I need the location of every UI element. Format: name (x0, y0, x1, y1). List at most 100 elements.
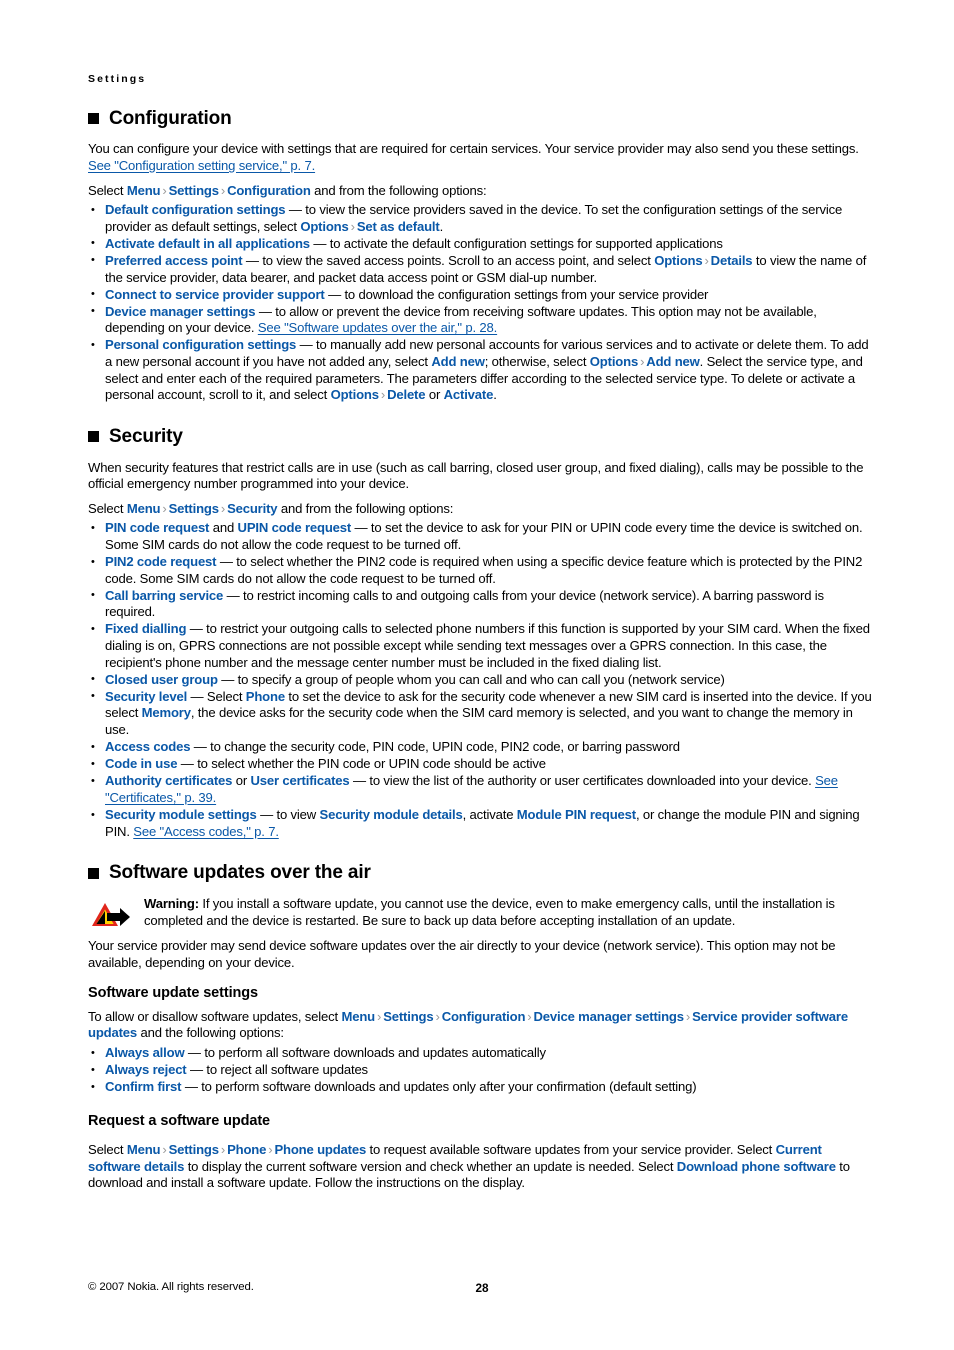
option-term[interactable]: Always allow (105, 1045, 185, 1060)
list-item: Code in use — to select whether the PIN … (88, 756, 874, 773)
option-desc: — to view (256, 807, 320, 823)
list-item: Fixed dialling — to restrict your outgoi… (88, 621, 874, 671)
ui-path-settings[interactable]: Settings (169, 1142, 219, 1157)
option-desc: — Select (187, 688, 246, 704)
ui-download-phone-software[interactable]: Download phone software (677, 1159, 836, 1174)
ui-options[interactable]: Options (590, 354, 638, 369)
list-item: Connect to service provider support — to… (88, 286, 874, 303)
option-desc-end: . (439, 218, 444, 234)
request-mid-1: to request available software updates fr… (366, 1142, 776, 1158)
chevron-right-icon: › (220, 182, 226, 198)
xref-configuration-setting-service[interactable]: See "Configuration setting service," p. … (88, 158, 315, 173)
ui-path-phone-updates[interactable]: Phone updates (274, 1142, 366, 1157)
ui-activate[interactable]: Activate (444, 387, 494, 402)
ui-add-new[interactable]: Add new (431, 354, 485, 369)
xref-software-updates-over-the-air[interactable]: See "Software updates over the air," p. … (258, 320, 497, 335)
black-square-icon (88, 867, 99, 879)
option-desc-d: or (425, 387, 444, 403)
option-term[interactable]: PIN2 code request (105, 554, 217, 569)
subheading-request-a-software-update: Request a software update (88, 1112, 271, 1129)
option-desc: — to view the saved access points. Scrol… (242, 252, 655, 268)
ui-options-2[interactable]: Options (331, 387, 379, 402)
ui-module-pin-request[interactable]: Module PIN request (517, 807, 636, 822)
ui-path-menu[interactable]: Menu (127, 1142, 161, 1157)
ui-path-settings[interactable]: Settings (169, 501, 219, 516)
ui-path-settings[interactable]: Settings (383, 1009, 433, 1024)
page-number: 28 (475, 1281, 489, 1295)
option-desc-e: . (493, 387, 497, 403)
option-term-2[interactable]: User certificates (250, 773, 349, 788)
section-heading-software-updates: Software updates over the air (88, 862, 874, 884)
security-select-path: Select Menu › Settings › Security and from t… (88, 501, 874, 518)
intro-suffix: and the following options: (137, 1025, 284, 1041)
ui-path-configuration[interactable]: Configuration (227, 183, 311, 198)
request-software-update-paragraph: Select Menu › Settings › Phone › Phone updates… (88, 1142, 874, 1192)
option-term[interactable]: Code in use (105, 756, 178, 771)
ui-path-phone[interactable]: Phone (227, 1142, 266, 1157)
ui-path-menu[interactable]: Menu (341, 1009, 375, 1024)
ui-path-configuration[interactable]: Configuration (442, 1009, 526, 1024)
select-prefix: Select (88, 500, 127, 516)
ui-details[interactable]: Details (711, 253, 753, 268)
black-square-icon (88, 431, 99, 443)
list-item: Activate default in all applications — t… (88, 235, 874, 252)
ui-memory[interactable]: Memory (142, 705, 191, 720)
ui-path-device-manager-settings[interactable]: Device manager settings (534, 1009, 685, 1024)
security-intro-paragraph: When security features that restrict cal… (88, 459, 864, 492)
chevron-right-icon: › (435, 1008, 440, 1024)
ui-path-menu[interactable]: Menu (127, 183, 161, 198)
warning-body: If you install a software update, you ca… (144, 896, 835, 928)
list-item: Preferred access point — to view the sav… (88, 252, 874, 286)
ui-path-settings[interactable]: Settings (169, 183, 219, 198)
list-item: Call barring service — to restrict incom… (88, 587, 874, 621)
chevron-right-icon: › (220, 500, 226, 516)
software-updates-body: Your service provider may send device so… (88, 938, 836, 970)
ui-add-new-2[interactable]: Add new (646, 354, 700, 369)
chevron-right-icon: › (704, 252, 709, 268)
option-term[interactable]: Device manager settings (105, 304, 256, 319)
option-term[interactable]: Security level (105, 689, 187, 704)
software-update-settings-path: To allow or disallow software updates, s… (88, 1009, 874, 1042)
ui-phone[interactable]: Phone (246, 689, 285, 704)
option-desc: — to change the security code, PIN code,… (190, 739, 680, 755)
list-item: Closed user group — to specify a group o… (88, 671, 874, 688)
option-term-2[interactable]: UPIN code request (238, 520, 352, 535)
option-term[interactable]: Security module settings (105, 807, 257, 822)
chevron-right-icon: › (162, 182, 167, 198)
option-term[interactable]: Closed user group (105, 672, 218, 687)
option-term[interactable]: Preferred access point (105, 253, 243, 268)
option-term[interactable]: Activate default in all applications (105, 236, 310, 251)
option-term[interactable]: Always reject (105, 1062, 187, 1077)
ui-delete[interactable]: Delete (387, 387, 425, 402)
ui-path-security[interactable]: Security (227, 501, 277, 516)
ui-path-menu[interactable]: Menu (127, 501, 161, 516)
subheading-software-update-settings: Software update settings (88, 985, 259, 1002)
option-term[interactable]: PIN code request (105, 520, 209, 535)
software-update-settings-list: Always allow — to perform all software d… (88, 1045, 874, 1096)
list-item: Security module settings — to view Secur… (88, 807, 874, 840)
configuration-intro-text: You can configure your device with setti… (88, 141, 859, 157)
option-desc: — to reject all software updates (186, 1062, 368, 1078)
option-term[interactable]: Authority certificates (105, 773, 232, 788)
chevron-right-icon: › (685, 1008, 691, 1024)
option-term[interactable]: Confirm first (105, 1079, 182, 1094)
security-option-list: PIN code request and UPIN code request —… (88, 520, 874, 840)
option-term[interactable]: Default configuration settings (105, 202, 286, 217)
chevron-right-icon: › (380, 387, 386, 403)
list-item: PIN code request and UPIN code request —… (88, 520, 874, 553)
option-desc-c: , the device asks for the security code … (105, 705, 853, 738)
option-term[interactable]: Personal configuration settings (105, 337, 296, 352)
option-term[interactable]: Access codes (105, 739, 190, 754)
option-term[interactable]: Fixed dialling (105, 621, 186, 636)
ui-security-module-details[interactable]: Security module details (320, 807, 463, 822)
option-desc: — to download the configuration settings… (324, 286, 709, 302)
option-term[interactable]: Connect to service provider support (105, 287, 325, 302)
warning-triangle-arrow-icon (90, 900, 134, 930)
ui-options[interactable]: Options (654, 253, 702, 268)
ui-options[interactable]: Options (300, 219, 348, 234)
ui-set-as-default[interactable]: Set as default (357, 219, 440, 234)
option-term[interactable]: Call barring service (105, 588, 223, 603)
chevron-right-icon: › (162, 500, 167, 516)
xref-access-codes[interactable]: See "Access codes," p. 7. (133, 824, 279, 839)
running-head: Settings (88, 73, 147, 85)
